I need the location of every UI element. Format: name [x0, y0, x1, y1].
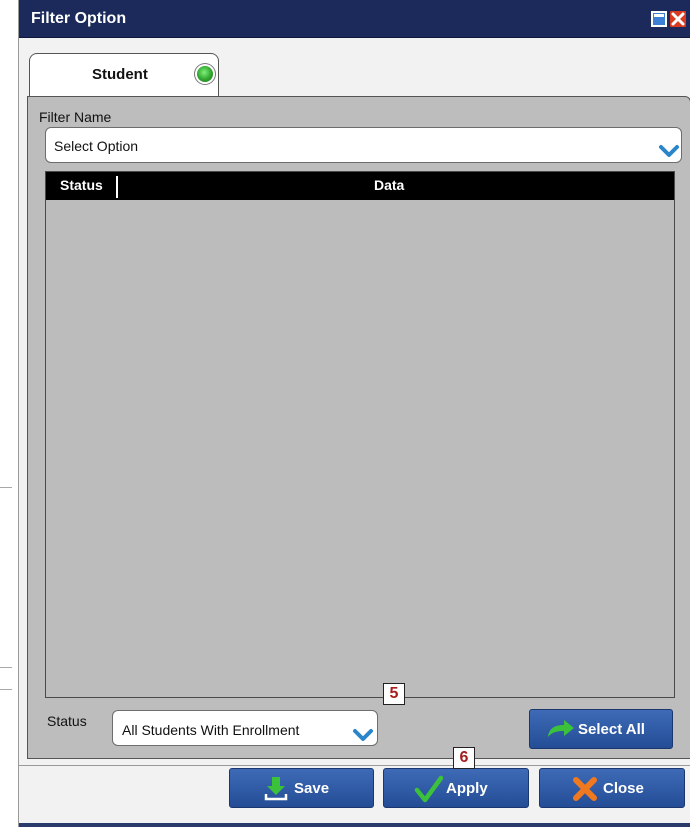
dialog-bottom-border	[19, 823, 690, 827]
download-icon	[264, 777, 288, 801]
grid-column-status[interactable]: Status	[60, 177, 103, 193]
x-icon	[573, 777, 597, 801]
background-divider	[0, 667, 12, 668]
arrow-forward-icon	[548, 720, 574, 737]
tab-student-label: Student	[92, 66, 148, 83]
grid-header: Status Data	[46, 172, 674, 200]
dialog-title: Filter Option	[31, 10, 127, 27]
footer-divider	[19, 765, 690, 766]
annotation-callout-6: 6	[453, 747, 475, 769]
background-divider	[0, 689, 12, 690]
annotation-callout-5: 5	[383, 683, 405, 705]
background-window-edge	[0, 0, 18, 827]
filter-name-value: Select Option	[54, 138, 139, 154]
column-divider[interactable]	[116, 176, 118, 198]
status-select[interactable]: All Students With Enrollment	[112, 710, 378, 746]
checkmark-icon	[414, 775, 444, 803]
apply-button[interactable]: Apply	[383, 768, 529, 808]
select-all-button[interactable]: Select All	[529, 709, 673, 749]
maximize-icon[interactable]	[651, 11, 667, 27]
filter-option-dialog: Filter Option Student Filter Name Select…	[18, 0, 690, 827]
apply-label: Apply	[446, 780, 488, 797]
close-x-glyph	[671, 12, 685, 26]
status-label: Status	[47, 713, 87, 729]
tab-student[interactable]: Student	[29, 53, 219, 97]
chevron-down-icon	[659, 145, 679, 157]
filter-data-grid: Status Data	[45, 171, 675, 698]
select-all-label: Select All	[578, 721, 645, 738]
title-bar: Filter Option	[19, 0, 690, 38]
close-icon[interactable]	[670, 11, 686, 27]
filter-name-select[interactable]: Select Option	[45, 127, 682, 163]
save-label: Save	[294, 780, 330, 797]
background-divider	[0, 487, 12, 488]
status-value: All Students With Enrollment	[122, 722, 300, 738]
grid-column-data[interactable]: Data	[374, 177, 404, 193]
chevron-down-icon	[352, 727, 374, 743]
green-dot-icon	[197, 66, 213, 82]
close-label: Close	[603, 780, 644, 797]
save-button[interactable]: Save	[229, 768, 374, 808]
filter-name-label: Filter Name	[39, 109, 112, 125]
close-button[interactable]: Close	[539, 768, 685, 808]
